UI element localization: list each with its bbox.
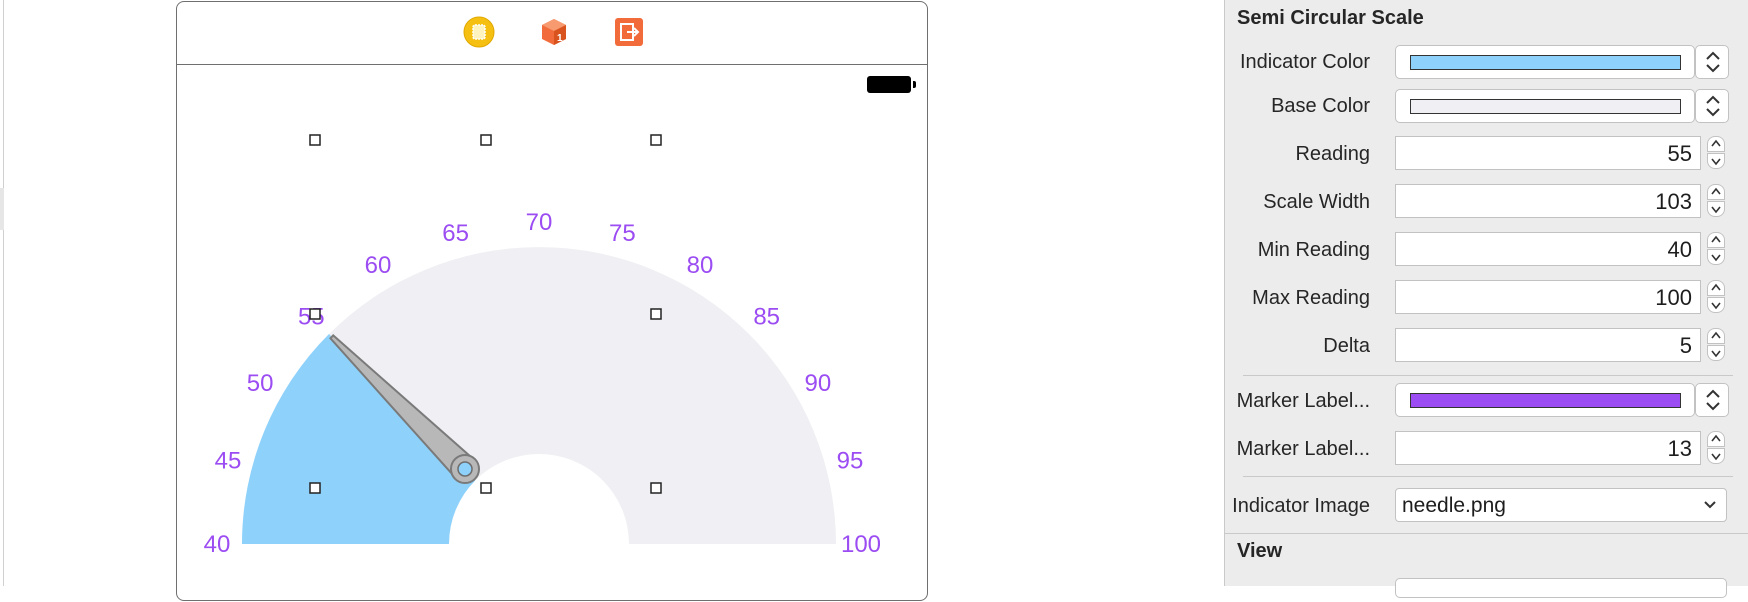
resize-handle[interactable] <box>650 482 662 494</box>
delta-label: Delta <box>1323 335 1370 357</box>
min-reading-field[interactable]: 40 <box>1395 232 1701 266</box>
indicator-color-swatch <box>1410 55 1681 70</box>
marker-label: 80 <box>687 252 714 279</box>
marker-label: 50 <box>247 370 274 397</box>
marker-label-color-label: Marker Label... <box>1236 390 1370 412</box>
needle-cap <box>457 461 473 477</box>
marker-label-color-popup-button[interactable] <box>1695 383 1729 417</box>
resize-handle[interactable] <box>480 482 492 494</box>
marker-label: 75 <box>609 220 636 247</box>
resize-handle[interactable] <box>650 134 662 146</box>
marker-label: 100 <box>841 531 881 558</box>
reading-stepper[interactable] <box>1707 136 1725 170</box>
dropdown-arrow-button[interactable] <box>1694 489 1726 521</box>
marker-label: 45 <box>215 448 242 475</box>
separator <box>1243 375 1733 376</box>
view-content-mode-popup[interactable] <box>1395 578 1727 598</box>
view-controller-scene[interactable]: 1 404550556065707580859095100 <box>176 1 928 601</box>
resize-handle[interactable] <box>309 134 321 146</box>
marker-label: 65 <box>442 220 469 247</box>
up-down-chevron-icon <box>1706 95 1720 117</box>
marker-label: 40 <box>204 531 231 558</box>
marker-label-size-field[interactable]: 13 <box>1395 431 1701 465</box>
min-reading-stepper[interactable] <box>1707 232 1725 266</box>
reading-field[interactable]: 55 <box>1395 136 1701 170</box>
marker-label-color-well[interactable] <box>1395 383 1695 417</box>
indicator-color-popup-button[interactable] <box>1695 45 1729 79</box>
marker-label: 85 <box>753 303 780 330</box>
section-title-semi-circular-scale: Semi Circular Scale <box>1237 7 1424 29</box>
resize-handle[interactable] <box>650 308 662 320</box>
indicator-color-well[interactable] <box>1395 45 1695 79</box>
up-down-chevron-icon <box>1706 51 1720 73</box>
marker-label: 90 <box>805 370 832 397</box>
indicator-image-combobox[interactable]: needle.png <box>1395 488 1727 522</box>
canvas-splitter-handle[interactable] <box>0 188 4 230</box>
base-color-label: Base Color <box>1271 95 1370 117</box>
max-reading-label: Max Reading <box>1252 287 1370 309</box>
min-reading-label: Min Reading <box>1257 239 1370 261</box>
marker-label: 95 <box>837 448 864 475</box>
reading-label: Reading <box>1295 143 1370 165</box>
delta-stepper[interactable] <box>1707 328 1725 362</box>
max-reading-field[interactable]: 100 <box>1395 280 1701 314</box>
scale-width-label: Scale Width <box>1263 191 1370 213</box>
delta-field[interactable]: 5 <box>1395 328 1701 362</box>
indicator-image-label: Indicator Image <box>1232 495 1370 517</box>
marker-label: 70 <box>526 209 553 236</box>
marker-label-size-label: Marker Label... <box>1236 438 1370 460</box>
chevron-down-icon <box>1704 501 1716 509</box>
resize-handle[interactable] <box>309 308 321 320</box>
section-title-view: View <box>1237 540 1283 562</box>
indicator-color-label: Indicator Color <box>1239 51 1370 73</box>
canvas-divider <box>3 0 4 586</box>
up-down-chevron-icon <box>1706 389 1720 411</box>
separator <box>1243 476 1733 477</box>
indicator-image-value: needle.png <box>1402 494 1506 517</box>
marker-label: 60 <box>365 252 392 279</box>
marker-label-color-swatch <box>1410 393 1681 408</box>
resize-handle[interactable] <box>309 482 321 494</box>
max-reading-stepper[interactable] <box>1707 280 1725 314</box>
base-color-well[interactable] <box>1395 89 1695 123</box>
scale-width-stepper[interactable] <box>1707 184 1725 218</box>
semi-circular-scale[interactable]: 404550556065707580859095100 <box>177 2 927 602</box>
resize-handle[interactable] <box>480 134 492 146</box>
section-separator <box>1225 533 1748 534</box>
base-color-popup-button[interactable] <box>1695 89 1729 123</box>
base-color-swatch <box>1410 99 1681 114</box>
attributes-inspector: Semi Circular Scale Indicator Color Base… <box>1224 0 1748 598</box>
storyboard-canvas[interactable]: 1 404550556065707580859095100 <box>0 0 1220 601</box>
scale-width-field[interactable]: 103 <box>1395 184 1701 218</box>
marker-label-size-stepper[interactable] <box>1707 431 1725 465</box>
